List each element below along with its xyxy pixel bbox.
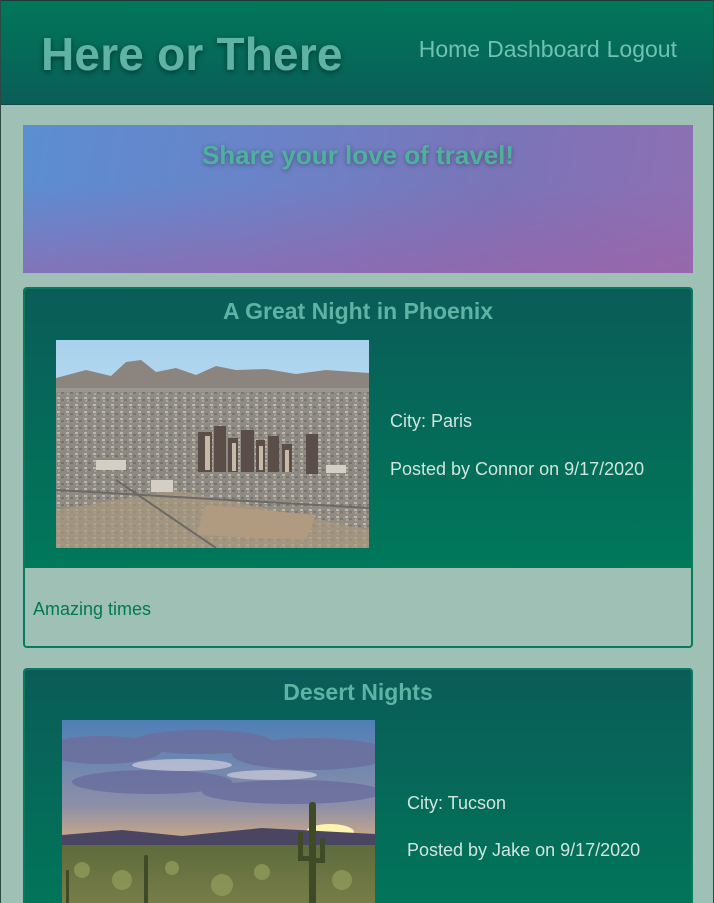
post-card-header: A Great Night in Phoenix City: Paris Pos… xyxy=(25,289,691,568)
post-card-body: Amazing times xyxy=(25,568,691,646)
phoenix-city-aerial-photo xyxy=(56,340,369,548)
page: Here or There Home Dashboard Logout Shar… xyxy=(0,0,714,903)
site-title: Here or There xyxy=(41,28,343,80)
post-card[interactable]: Desert Nights City: Tucson Posted by Jak… xyxy=(23,668,693,903)
hero-banner: Share your love of travel! xyxy=(23,125,693,273)
post-city: City: Tucson xyxy=(407,793,507,813)
post-info: City: Paris Posted by Connor on 9/17/202… xyxy=(390,412,644,478)
post-info: City: Tucson Posted by Jake on 9/17/2020 xyxy=(407,794,640,859)
main-nav: Home Dashboard Logout xyxy=(419,36,677,63)
post-title[interactable]: Desert Nights xyxy=(25,679,691,706)
nav-logout-link[interactable]: Logout xyxy=(607,36,677,63)
post-author-date: Posted by Jake on 9/17/2020 xyxy=(407,840,641,860)
nav-home-link[interactable]: Home xyxy=(419,36,480,63)
desert-sunset-saguaro-photo xyxy=(62,720,375,903)
post-author-date: Posted by Connor on 9/17/2020 xyxy=(390,459,645,479)
post-card-header: Desert Nights City: Tucson Posted by Jak… xyxy=(25,670,691,903)
site-header: Here or There Home Dashboard Logout xyxy=(1,0,713,105)
post-image[interactable] xyxy=(62,720,375,903)
post-card[interactable]: A Great Night in Phoenix City: Paris Pos… xyxy=(23,287,693,648)
nav-dashboard-link[interactable]: Dashboard xyxy=(487,36,600,63)
post-image[interactable] xyxy=(56,340,369,548)
post-city: City: Paris xyxy=(390,411,473,431)
post-text: Amazing times xyxy=(33,599,152,619)
post-title[interactable]: A Great Night in Phoenix xyxy=(25,298,691,325)
hero-title: Share your love of travel! xyxy=(201,140,515,170)
